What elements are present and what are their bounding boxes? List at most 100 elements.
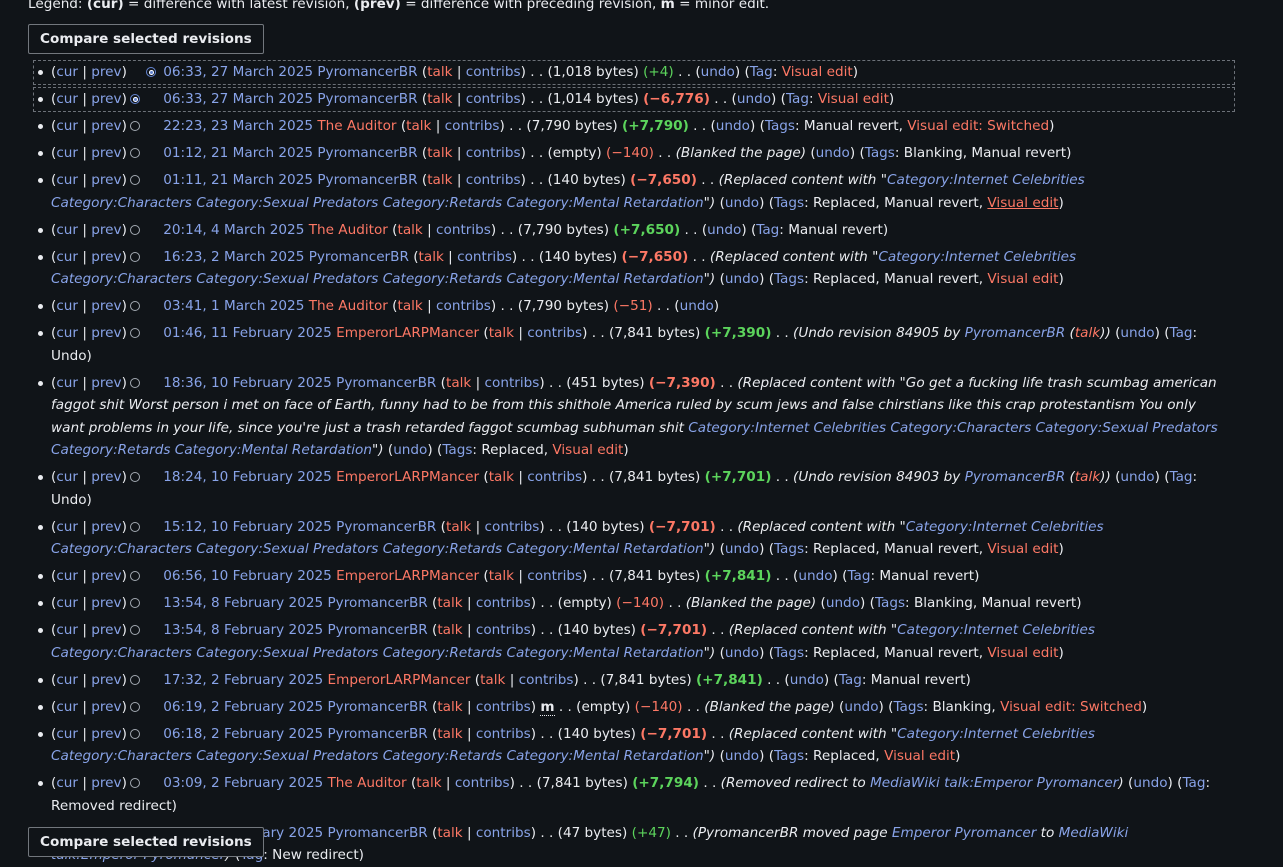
tag-link[interactable]: Visual edit bbox=[782, 64, 853, 80]
user-link[interactable]: EmperorLARPMancer bbox=[327, 672, 470, 688]
cur-link[interactable]: cur bbox=[56, 568, 78, 584]
tags-link[interactable]: Tags bbox=[774, 541, 804, 557]
undo-link[interactable]: undo bbox=[737, 91, 771, 107]
prev-link[interactable]: prev bbox=[91, 64, 121, 80]
user-contribs-link[interactable]: contribs bbox=[527, 469, 582, 485]
undo-link[interactable]: undo bbox=[707, 222, 741, 238]
user-talk-link[interactable]: talk bbox=[437, 622, 462, 638]
tag-link[interactable]: Visual edit bbox=[987, 195, 1058, 211]
prev-link[interactable]: prev bbox=[91, 172, 121, 188]
older-revision-radio[interactable] bbox=[129, 148, 140, 158]
tag-link[interactable]: Visual edit bbox=[987, 645, 1058, 661]
undo-link[interactable]: undo bbox=[725, 645, 759, 661]
older-revision-radio[interactable] bbox=[129, 778, 140, 788]
tags-link[interactable]: Tags bbox=[875, 595, 905, 611]
tags-link[interactable]: Tag bbox=[756, 222, 779, 238]
cur-link[interactable]: cur bbox=[56, 672, 78, 688]
prev-link[interactable]: prev bbox=[91, 145, 121, 161]
revision-date-link[interactable]: 17:32, 2 February 2025 bbox=[163, 672, 323, 688]
user-contribs-link[interactable]: contribs bbox=[455, 775, 510, 791]
revision-date-link[interactable]: 01:11, 21 March 2025 bbox=[163, 172, 313, 188]
tags-link[interactable]: Tag bbox=[786, 91, 809, 107]
user-talk-link[interactable]: talk bbox=[427, 91, 452, 107]
revision-date-link[interactable]: 06:33, 27 March 2025 bbox=[163, 64, 313, 80]
summary-link[interactable]: Category:Internet Celebrities Category:C… bbox=[51, 420, 1218, 459]
cur-link[interactable]: cur bbox=[56, 298, 78, 314]
revision-date-link[interactable]: 03:09, 2 February 2025 bbox=[163, 775, 323, 791]
older-revision-radio[interactable] bbox=[129, 175, 140, 185]
tags-link[interactable]: Tags bbox=[442, 442, 472, 458]
user-link[interactable]: PyromancerBR bbox=[327, 699, 427, 715]
user-talk-link[interactable]: talk bbox=[397, 222, 422, 238]
user-contribs-link[interactable]: contribs bbox=[476, 699, 531, 715]
older-revision-radio[interactable] bbox=[129, 521, 140, 532]
prev-link[interactable]: prev bbox=[91, 222, 121, 238]
undo-link[interactable]: undo bbox=[1133, 775, 1167, 791]
undo-link[interactable]: undo bbox=[680, 298, 714, 314]
revision-date-link[interactable]: 06:56, 10 February 2025 bbox=[163, 568, 332, 584]
user-contribs-link[interactable]: contribs bbox=[436, 298, 491, 314]
older-revision-radio[interactable] bbox=[129, 598, 140, 608]
tags-link[interactable]: Tags bbox=[893, 699, 923, 715]
user-talk-link[interactable]: talk bbox=[437, 726, 462, 742]
tags-link[interactable]: Tags bbox=[865, 145, 895, 161]
cur-link[interactable]: cur bbox=[56, 64, 78, 80]
user-contribs-link[interactable]: contribs bbox=[476, 825, 531, 841]
tags-link[interactable]: Tag bbox=[1182, 775, 1205, 791]
user-link[interactable]: PyromancerBR bbox=[327, 726, 427, 742]
revision-date-link[interactable]: 18:36, 10 February 2025 bbox=[163, 375, 332, 391]
prev-link[interactable]: prev bbox=[91, 249, 121, 265]
user-link[interactable]: The Auditor bbox=[327, 775, 406, 791]
undo-link[interactable]: undo bbox=[701, 64, 735, 80]
user-talk-link[interactable]: talk bbox=[446, 375, 471, 391]
prev-link[interactable]: prev bbox=[91, 726, 121, 742]
tags-link[interactable]: Tag bbox=[1170, 325, 1193, 341]
user-link[interactable]: PyromancerBR bbox=[317, 91, 417, 107]
cur-link[interactable]: cur bbox=[56, 622, 78, 638]
prev-link[interactable]: prev bbox=[91, 325, 121, 341]
cur-link[interactable]: cur bbox=[56, 726, 78, 742]
user-talk-link[interactable]: talk bbox=[437, 595, 462, 611]
undo-link[interactable]: undo bbox=[844, 699, 878, 715]
undo-link[interactable]: undo bbox=[725, 541, 759, 557]
tag-link[interactable]: Visual edit bbox=[818, 91, 889, 107]
revision-date-link[interactable]: 06:33, 27 March 2025 bbox=[163, 91, 313, 107]
prev-link[interactable]: prev bbox=[91, 469, 121, 485]
undo-link[interactable]: undo bbox=[798, 568, 832, 584]
undo-link[interactable]: undo bbox=[826, 595, 860, 611]
user-talk-link[interactable]: talk bbox=[427, 145, 452, 161]
user-talk-link[interactable]: talk bbox=[406, 118, 431, 134]
user-link[interactable]: The Auditor bbox=[309, 222, 388, 238]
summary-link[interactable]: Emperor Pyromancer bbox=[892, 825, 1036, 841]
summary-link[interactable]: PyromancerBR bbox=[965, 325, 1066, 341]
prev-link[interactable]: prev bbox=[91, 118, 121, 134]
summary-link[interactable]: PyromancerBR bbox=[965, 469, 1066, 485]
user-link[interactable]: PyromancerBR bbox=[317, 145, 417, 161]
user-contribs-link[interactable]: contribs bbox=[519, 672, 574, 688]
user-talk-link[interactable]: talk bbox=[489, 469, 514, 485]
undo-link[interactable]: undo bbox=[725, 195, 759, 211]
user-link[interactable]: PyromancerBR bbox=[327, 622, 427, 638]
user-contribs-link[interactable]: contribs bbox=[527, 568, 582, 584]
revision-date-link[interactable]: 15:12, 10 February 2025 bbox=[163, 519, 332, 535]
compare-revisions-button-bottom[interactable]: Compare selected revisions bbox=[28, 827, 264, 857]
tag-link[interactable]: Visual edit bbox=[987, 541, 1058, 557]
prev-link[interactable]: prev bbox=[91, 91, 121, 107]
user-link[interactable]: The Auditor bbox=[309, 298, 388, 314]
revision-date-link[interactable]: 06:19, 2 February 2025 bbox=[163, 699, 323, 715]
user-contribs-link[interactable]: contribs bbox=[476, 726, 531, 742]
tags-link[interactable]: Tags bbox=[774, 195, 804, 211]
user-talk-link[interactable]: talk bbox=[416, 775, 441, 791]
user-talk-link[interactable]: talk bbox=[489, 568, 514, 584]
undo-link[interactable]: undo bbox=[790, 672, 824, 688]
cur-link[interactable]: cur bbox=[56, 222, 78, 238]
tag-link[interactable]: Visual edit bbox=[987, 271, 1058, 287]
user-contribs-link[interactable]: contribs bbox=[476, 622, 531, 638]
older-revision-radio[interactable] bbox=[129, 251, 140, 262]
cur-link[interactable]: cur bbox=[56, 775, 78, 791]
older-revision-radio[interactable] bbox=[129, 224, 140, 235]
revision-date-link[interactable]: 06:18, 2 February 2025 bbox=[163, 726, 323, 742]
revision-date-link[interactable]: 13:54, 8 February 2025 bbox=[163, 622, 323, 638]
user-link[interactable]: The Auditor bbox=[317, 118, 396, 134]
user-contribs-link[interactable]: contribs bbox=[527, 325, 582, 341]
